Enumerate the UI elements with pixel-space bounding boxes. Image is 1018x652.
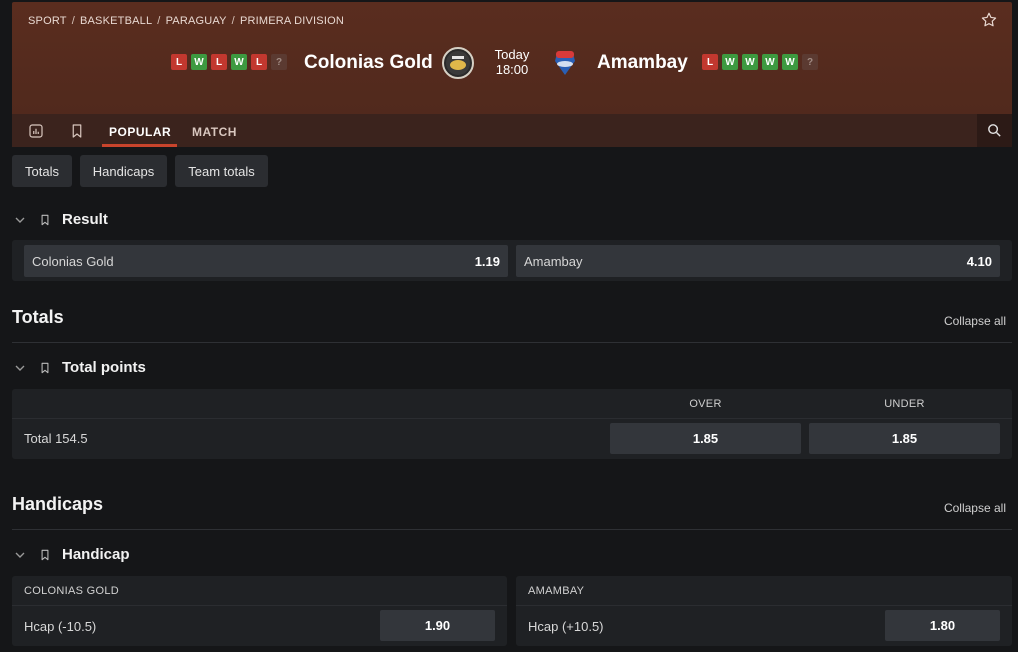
match-tabs: POPULAR MATCH [12, 114, 1012, 147]
home-team-logo [442, 47, 474, 79]
odd-away[interactable]: Amambay 4.10 [516, 245, 1000, 277]
match-hour: 18:00 [495, 62, 529, 77]
handicap-home-header: COLONIAS GOLD [24, 585, 119, 597]
row-divider [516, 605, 1012, 606]
search-icon [988, 124, 1001, 137]
breadcrumb-paraguay[interactable]: PARAGUAY [166, 15, 227, 27]
form-badge: W [722, 54, 738, 70]
market-title: Total points [62, 359, 146, 376]
section-title-totals: Totals [12, 307, 64, 327]
form-badge: W [782, 54, 798, 70]
under-header: UNDER [884, 398, 925, 410]
form-badge: W [762, 54, 778, 70]
odd-home[interactable]: Colonias Gold 1.19 [24, 245, 508, 277]
away-team-logo [549, 47, 581, 79]
bookmark-icon[interactable] [38, 212, 52, 228]
filter-team-totals[interactable]: Team totals [175, 155, 268, 187]
away-form: L W W W W ? [702, 54, 818, 70]
handicap-away-line: Hcap (+10.5) [528, 619, 604, 634]
over-odd-button[interactable]: 1.85 [610, 423, 801, 454]
home-team-name: Colonias Gold [304, 52, 433, 73]
home-form: L W L W L ? [171, 54, 287, 70]
form-badge: L [171, 54, 187, 70]
over-header: OVER [689, 398, 722, 410]
divider [12, 342, 1012, 343]
odd-label: Colonias Gold [32, 253, 114, 269]
star-icon[interactable] [980, 11, 998, 29]
breadcrumb-separator: / [71, 15, 75, 27]
chevron-down-icon[interactable] [12, 360, 28, 376]
match-row: L W L W L ? Colonias Gold Today 18:00 Am… [12, 42, 1012, 86]
form-badge: W [191, 54, 207, 70]
tab-popular[interactable]: POPULAR [109, 125, 171, 139]
breadcrumb-league[interactable]: PRIMERA DIVISION [240, 15, 344, 27]
form-badge: L [702, 54, 718, 70]
match-day: Today [494, 47, 530, 62]
total-line-label: Total 154.5 [24, 431, 88, 446]
section-title-handicaps: Handicaps [12, 494, 104, 514]
result-panel: Colonias Gold 1.19 Amambay 4.10 [12, 240, 1012, 281]
total-points-panel: OVER UNDER Total 154.5 1.85 1.85 [12, 389, 1012, 459]
bookmark-icon[interactable] [68, 122, 86, 140]
total-points-header[interactable]: Total points [12, 359, 146, 376]
handicap-home-line: Hcap (-10.5) [24, 619, 97, 634]
form-badge: W [742, 54, 758, 70]
handicap-away-odd-button[interactable]: 1.80 [885, 610, 1000, 641]
under-odd-button[interactable]: 1.85 [809, 423, 1000, 454]
divider [12, 529, 1012, 530]
match-header: SPORT / BASKETBALL / PARAGUAY / PRIMERA DIV… [12, 2, 1012, 147]
handicap-home-odd-button[interactable]: 1.90 [380, 610, 495, 641]
row-divider [12, 605, 507, 606]
odd-label: Amambay [524, 253, 583, 269]
handicap-away-header: AMAMBAY [528, 585, 585, 597]
search-button[interactable] [977, 114, 1012, 147]
odd-value: 4.10 [966, 253, 992, 269]
active-tab-indicator [102, 144, 177, 147]
row-divider [12, 418, 1012, 419]
collapse-all-handicaps[interactable]: Collapse all [944, 501, 1006, 515]
breadcrumb-sport[interactable]: SPORT [28, 15, 67, 27]
handicap-home-panel: COLONIAS GOLD Hcap (-10.5) 1.90 [12, 576, 507, 646]
market-title: Result [62, 211, 108, 228]
form-badge: ? [271, 54, 287, 70]
tab-match[interactable]: MATCH [192, 125, 237, 139]
handicap-away-panel: AMAMBAY Hcap (+10.5) 1.80 [516, 576, 1012, 646]
chevron-down-icon[interactable] [12, 212, 28, 228]
form-badge: L [211, 54, 227, 70]
breadcrumb: SPORT / BASKETBALL / PARAGUAY / PRIMERA DIV… [28, 15, 344, 27]
away-team-name: Amambay [597, 52, 688, 73]
handicap-header[interactable]: Handicap [12, 546, 130, 563]
bookmark-icon[interactable] [38, 360, 52, 376]
filter-totals[interactable]: Totals [12, 155, 72, 187]
breadcrumb-separator: / [231, 15, 235, 27]
form-badge: L [251, 54, 267, 70]
collapse-all-totals[interactable]: Collapse all [944, 314, 1006, 328]
breadcrumb-separator: / [157, 15, 161, 27]
breadcrumb-basketball[interactable]: BASKETBALL [80, 15, 152, 27]
result-market-header[interactable]: Result [12, 211, 108, 228]
filter-handicaps[interactable]: Handicaps [80, 155, 167, 187]
form-badge: W [231, 54, 247, 70]
market-title: Handicap [62, 546, 130, 563]
stats-icon[interactable] [27, 122, 45, 140]
bookmark-icon[interactable] [38, 547, 52, 563]
form-badge: ? [802, 54, 818, 70]
match-time: Today 18:00 [490, 47, 534, 77]
chevron-down-icon[interactable] [12, 547, 28, 563]
odd-value: 1.19 [474, 253, 500, 269]
